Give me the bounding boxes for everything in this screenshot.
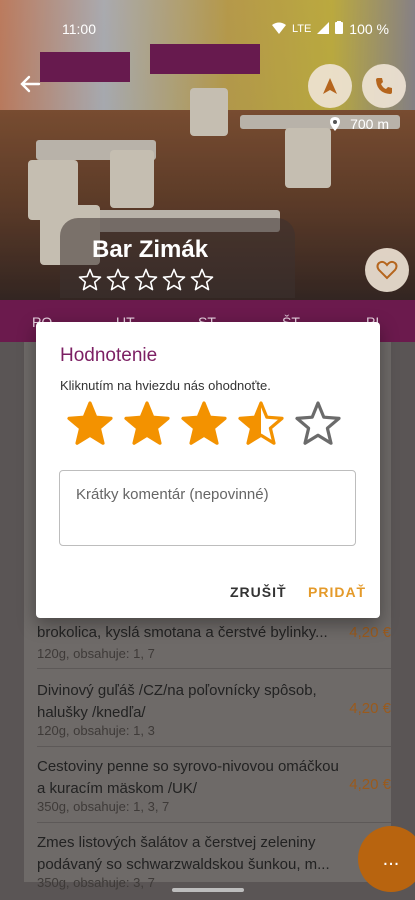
rating-dialog: Hodnotenie Kliknutím na hviezdu nás ohod… xyxy=(36,322,380,618)
favorite-button[interactable] xyxy=(365,248,409,292)
battery-icon xyxy=(335,21,344,37)
add-button[interactable]: PRIDAŤ xyxy=(308,584,366,600)
call-button[interactable] xyxy=(362,64,406,108)
hero-star-icon-2[interactable] xyxy=(106,268,130,292)
hero-star-icon-5[interactable] xyxy=(190,268,214,292)
list-item[interactable]: Divinový guľáš /CZ/na poľovnícky spôsob,… xyxy=(24,680,391,756)
comment-input[interactable] xyxy=(74,485,338,504)
wifi-icon xyxy=(271,21,286,37)
signal-icon xyxy=(317,21,330,37)
heart-icon xyxy=(376,260,398,280)
rating-stars xyxy=(66,400,342,448)
battery-level: 100 % xyxy=(349,21,389,37)
list-item[interactable]: brokolica, kyslá smotana a čerstvé bylin… xyxy=(24,620,391,676)
dish-name: Divinový guľáš /CZ/na poľovnícky spôsob,… xyxy=(37,682,317,721)
restaurant-name: Bar Zimák xyxy=(92,236,209,263)
hero-star-icon-3[interactable] xyxy=(134,268,158,292)
dialog-subtitle: Kliknutím na hviezdu nás ohodnoťte. xyxy=(60,378,271,393)
app-screen: 11:00 LTE 100 % 700 m Bar Zimák brokolic… xyxy=(0,0,415,900)
navigate-button[interactable] xyxy=(308,64,352,108)
dialog-star-icon-5[interactable] xyxy=(294,400,342,448)
dialog-star-icon-2[interactable] xyxy=(123,400,171,448)
back-button[interactable] xyxy=(14,70,46,102)
restaurant-rating-stars[interactable] xyxy=(78,268,214,292)
dish-meta: 120g, obsahuje: 1, 7 xyxy=(37,646,155,661)
network-label: LTE xyxy=(291,23,312,35)
distance-indicator: 700 m xyxy=(330,116,389,132)
dialog-star-icon-1[interactable] xyxy=(66,400,114,448)
dialog-star-icon-3[interactable] xyxy=(180,400,228,448)
dish-name: brokolica, kyslá smotana a čerstvé bylin… xyxy=(37,624,328,641)
list-item[interactable]: Zmes listových šalátov a čerstvej zeleni… xyxy=(24,832,391,892)
clock: 11:00 xyxy=(62,21,96,37)
dish-name: Zmes listových šalátov a čerstvej zeleni… xyxy=(37,834,330,873)
status-bar: 11:00 LTE 100 % xyxy=(0,0,415,56)
dish-meta: 350g, obsahuje: 3, 7 xyxy=(37,875,155,890)
cancel-button[interactable]: ZRUŠIŤ xyxy=(230,584,287,600)
distance-value: 700 m xyxy=(350,116,389,132)
comment-field[interactable] xyxy=(59,470,356,546)
dish-meta: 120g, obsahuje: 1, 3 xyxy=(37,723,155,738)
hero-star-icon-4[interactable] xyxy=(162,268,186,292)
dish-name: Cestoviny penne so syrovo-nivovou omáčko… xyxy=(37,758,339,797)
navigation-arrow-icon xyxy=(323,78,337,94)
list-item[interactable]: Cestoviny penne so syrovo-nivovou omáčko… xyxy=(24,756,391,832)
phone-icon xyxy=(376,78,392,94)
more-options-fab[interactable]: ... xyxy=(358,826,415,892)
dish-price: 4,20 € xyxy=(349,624,391,641)
back-arrow-icon xyxy=(20,75,41,93)
home-indicator[interactable] xyxy=(172,888,244,892)
dish-meta: 350g, obsahuje: 1, 3, 7 xyxy=(37,799,170,814)
dish-price: 4,20 € xyxy=(349,776,391,793)
hero-star-icon-1[interactable] xyxy=(78,268,102,292)
location-pin-icon xyxy=(330,117,341,131)
dialog-title: Hodnotenie xyxy=(60,345,158,366)
dialog-star-icon-4[interactable] xyxy=(237,400,285,448)
dish-price: 4,20 € xyxy=(349,700,391,717)
